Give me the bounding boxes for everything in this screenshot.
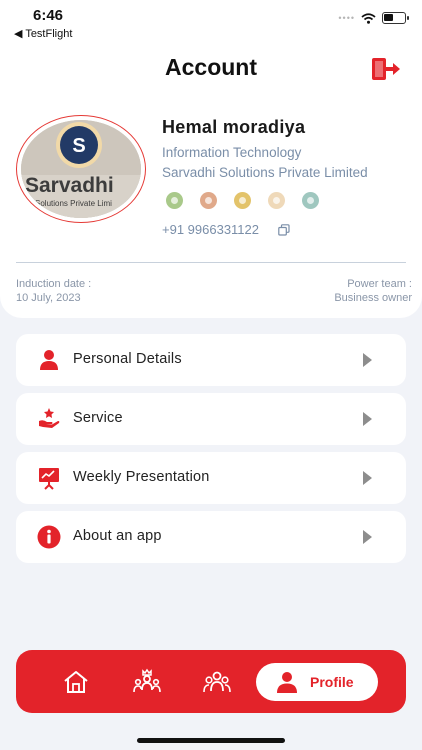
profile-phone: +91 9966331122 [162,222,259,237]
signal-icon: •••• [338,13,355,23]
divider [16,262,406,263]
avatar-brand-text: Sarvadhi [25,174,114,197]
green-badge-icon [166,192,183,209]
battery-icon [382,12,409,24]
copy-icon[interactable] [278,224,290,236]
profile-icon [277,672,297,693]
menu-item-label: Weekly Presentation [73,469,210,485]
teal-badge-icon [302,192,319,209]
menu-item-label: About an app [73,528,162,544]
tab-members[interactable] [203,668,231,696]
bottom-tab-bar: Profile [16,650,406,713]
status-icons: •••• [338,12,409,24]
status-time: 6:46 [33,7,64,24]
avatar-tagline-text: Solutions Private Limi [35,199,112,208]
power-team-value: Business owner [334,292,412,304]
menu-item-service[interactable]: Service [16,393,406,445]
profile-name: Hemal moradiya [162,117,306,137]
tab-home[interactable] [62,668,90,696]
profile-company: Sarvadhi Solutions Private Limited [162,165,368,180]
profile-department: Information Technology [162,145,302,160]
induction-date-value: 10 July, 2023 [16,292,81,304]
home-indicator[interactable] [137,738,285,743]
gold-badge-icon [234,192,251,209]
menu-item-weekly-presentation[interactable]: Weekly Presentation [16,452,406,504]
back-to-testflight-link[interactable]: ◀ TestFlight [14,27,72,40]
wifi-icon [361,12,376,24]
induction-date-label: Induction date : [16,278,92,290]
info-icon [37,525,61,549]
avatar-photo: S Sarvadhi Solutions Private Limi [21,120,141,218]
achievement-badges [166,192,319,209]
ribbon-badge-icon [268,192,285,209]
chevron-right-icon [363,530,372,544]
tab-profile-label: Profile [310,674,354,690]
page-title: Account [165,54,257,80]
menu-item-personal-details[interactable]: Personal Details [16,334,406,386]
avatar[interactable]: S Sarvadhi Solutions Private Limi [21,120,141,218]
chevron-right-icon [363,412,372,426]
chevron-right-icon [363,353,372,367]
service-icon [39,408,60,428]
logout-icon[interactable] [371,57,401,81]
person-icon [40,350,58,370]
tab-profile[interactable]: Profile [256,663,378,701]
menu-item-about-app[interactable]: About an app [16,511,406,563]
avatar-logo-letter: S [72,135,85,157]
power-team-label: Power team : [347,278,412,290]
menu-item-label: Personal Details [73,351,182,367]
menu-item-label: Service [73,410,123,426]
chevron-right-icon [363,471,372,485]
presentation-icon [39,468,59,490]
tab-team-leader[interactable] [133,668,161,696]
bronze-badge-icon [200,192,217,209]
